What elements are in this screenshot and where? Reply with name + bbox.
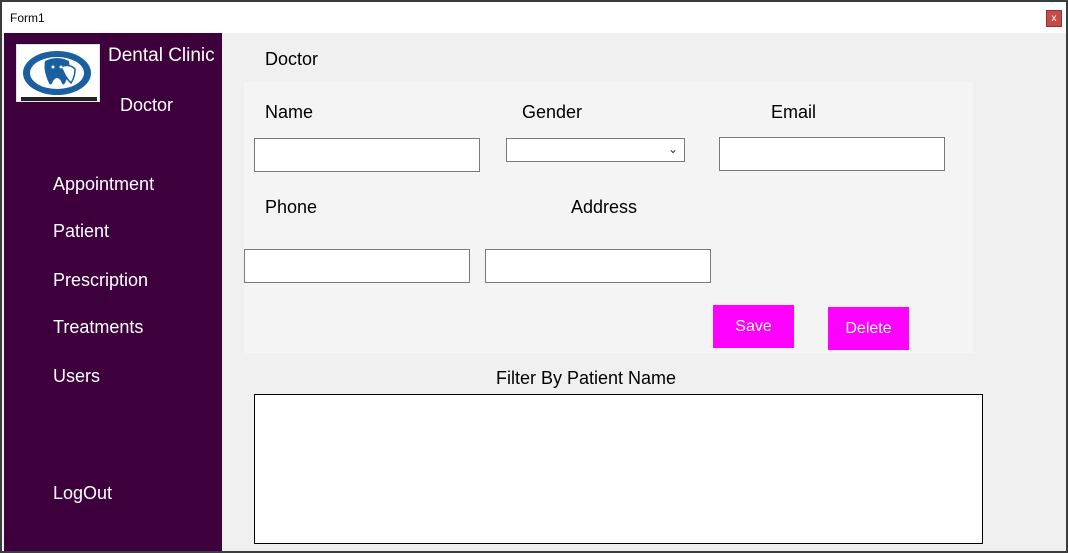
tooth-logo-icon [16,44,100,102]
sidebar-item-patient[interactable]: Patient [53,221,109,242]
phone-input[interactable] [244,249,470,283]
gender-select[interactable]: ⌄ [506,138,685,162]
name-label: Name [265,102,314,122]
sidebar-item-users[interactable]: Users [53,366,100,387]
gender-label: Gender [522,102,583,122]
sidebar-item-prescription[interactable]: Prescription [53,270,148,291]
email-label: Email [771,102,817,122]
app-window: Form1 x Dental Clinic Doctor Appointment… [0,0,1068,553]
current-section-label: Doctor [120,95,174,115]
name-input[interactable] [254,138,480,172]
filter-label: Filter By Patient Name [496,368,677,388]
logout-link[interactable]: LogOut [53,483,112,504]
sidebar: Dental Clinic Doctor Appointment Patient… [4,33,222,551]
save-button[interactable]: Save [713,305,794,348]
email-input[interactable] [719,137,945,171]
chevron-down-icon: ⌄ [667,142,678,156]
brand-name: Dental Clinic [108,45,215,66]
page-title: Doctor [265,49,319,69]
phone-label: Phone [265,197,318,217]
close-icon: x [1051,13,1057,24]
window-title: Form1 [10,11,45,25]
title-bar: Form1 x [2,2,1066,33]
close-button[interactable]: x [1046,10,1062,27]
address-label: Address [571,197,638,217]
patient-data-grid[interactable] [254,394,983,544]
sidebar-item-appointment[interactable]: Appointment [53,174,154,195]
address-input[interactable] [485,249,711,283]
delete-button[interactable]: Delete [828,307,909,350]
sidebar-item-treatments[interactable]: Treatments [53,317,143,338]
